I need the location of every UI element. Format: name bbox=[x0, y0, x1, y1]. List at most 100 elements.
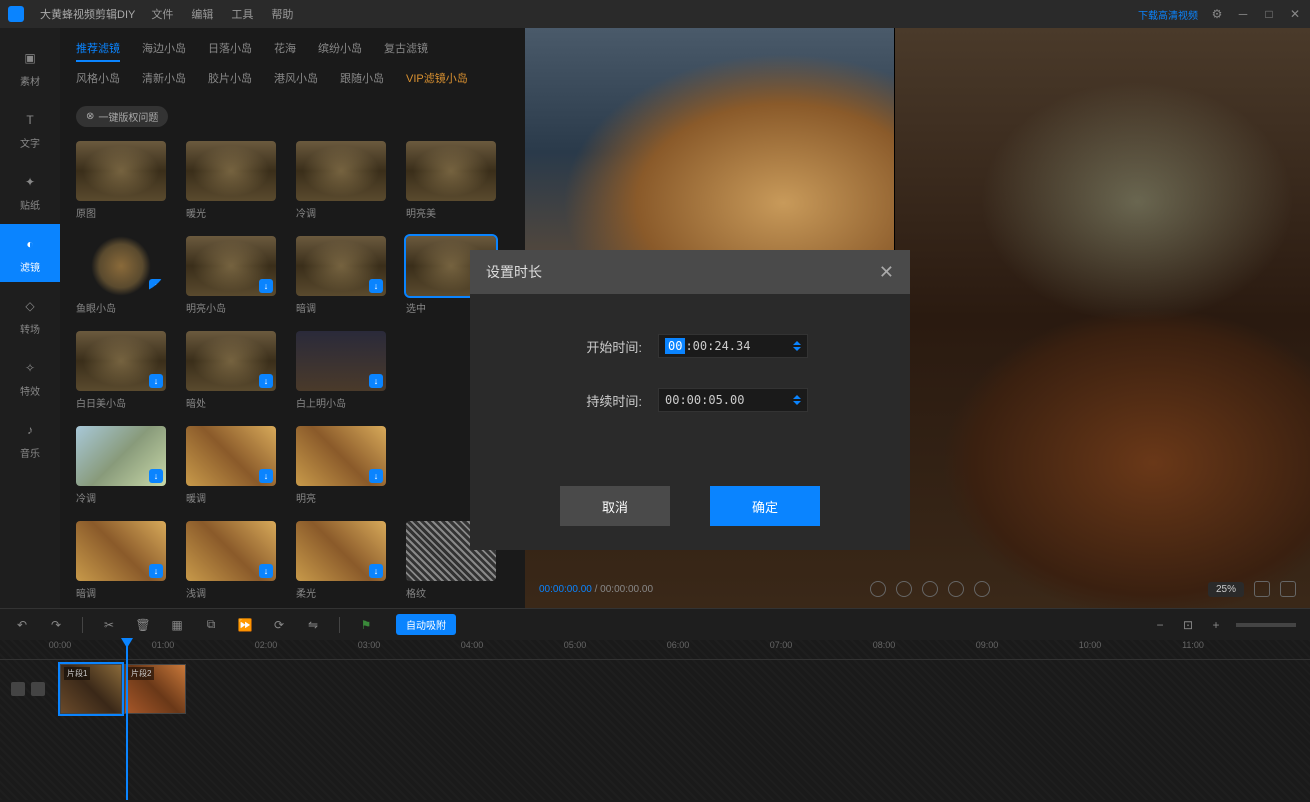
effect-label: 格纹 bbox=[406, 585, 496, 600]
marker-icon[interactable]: ⚑ bbox=[358, 617, 374, 633]
video-track[interactable]: 片段1 片段2 bbox=[60, 664, 186, 714]
effect-item[interactable]: ↓柔光 bbox=[296, 521, 386, 600]
effect-item[interactable]: 暖光 bbox=[186, 141, 276, 220]
sidebar-item-text[interactable]: T 文字 bbox=[0, 100, 60, 158]
start-time-label: 开始时间: bbox=[572, 337, 642, 356]
fullscreen-icon[interactable] bbox=[1280, 581, 1296, 597]
effect-tab[interactable]: 日落小岛 bbox=[208, 40, 252, 62]
export-hint[interactable]: 下载高清视频 bbox=[1138, 7, 1198, 22]
split-icon[interactable]: ✂ bbox=[101, 617, 117, 633]
play-icon[interactable] bbox=[896, 581, 912, 597]
sidebar-item-music[interactable]: ♪ 音乐 bbox=[0, 410, 60, 468]
rotate-icon[interactable]: ⟳ bbox=[271, 617, 287, 633]
speed-icon[interactable]: ⏩ bbox=[237, 617, 253, 633]
sidebar-item-media[interactable]: ▣ 素材 bbox=[0, 38, 60, 96]
time-display: 00:00:00.00 / 00:00:00.00 bbox=[539, 584, 653, 595]
zoom-level[interactable]: 25% bbox=[1208, 582, 1244, 597]
eye-icon[interactable] bbox=[31, 682, 45, 696]
zoom-slider[interactable] bbox=[1236, 623, 1296, 627]
effect-thumbnail: ↓ bbox=[76, 236, 166, 296]
dialog-close-icon[interactable]: ✕ bbox=[879, 262, 894, 283]
effect-tab[interactable]: 胶片小岛 bbox=[208, 70, 252, 90]
menu-help[interactable]: 帮助 bbox=[271, 6, 293, 22]
effect-tab[interactable]: 风格小岛 bbox=[76, 70, 120, 90]
menu-tools[interactable]: 工具 bbox=[231, 6, 253, 22]
effect-item[interactable]: ↓冷调 bbox=[76, 426, 166, 505]
zoom-out-icon[interactable]: − bbox=[1152, 617, 1168, 633]
zoom-fit-icon[interactable]: ⊡ bbox=[1180, 617, 1196, 633]
timeline-clip-1[interactable]: 片段1 bbox=[60, 664, 122, 714]
effect-tab[interactable]: 花海 bbox=[274, 40, 296, 62]
cancel-button[interactable]: 取消 bbox=[560, 486, 670, 526]
effect-item[interactable]: ↓鱼眼小岛 bbox=[76, 236, 166, 315]
minimize-icon[interactable]: ─ bbox=[1236, 7, 1250, 21]
spinner-up-icon[interactable] bbox=[793, 341, 801, 345]
one-click-pill[interactable]: ⊗ 一键版权问题 bbox=[76, 106, 168, 127]
zoom-in-icon[interactable]: + bbox=[1208, 617, 1224, 633]
lock-icon[interactable] bbox=[11, 682, 25, 696]
timeline-clip-2[interactable]: 片段2 bbox=[124, 664, 186, 714]
close-icon[interactable]: ✕ bbox=[1288, 7, 1302, 21]
sidebar-item-sticker[interactable]: ✦ 贴纸 bbox=[0, 162, 60, 220]
prev-frame-icon[interactable] bbox=[870, 581, 886, 597]
redo-icon[interactable]: ↷ bbox=[48, 617, 64, 633]
effect-tab[interactable]: 跟随小岛 bbox=[340, 70, 384, 90]
menu-edit[interactable]: 编辑 bbox=[191, 6, 213, 22]
sidebar-item-filter[interactable]: ◐ 滤镜 bbox=[0, 224, 60, 282]
delete-icon[interactable]: 🗑 bbox=[135, 617, 151, 633]
download-badge-icon: ↓ bbox=[259, 469, 273, 483]
maximize-icon[interactable]: □ bbox=[1262, 7, 1276, 21]
effect-item[interactable]: 明亮美 bbox=[406, 141, 496, 220]
effect-item[interactable]: ↓浅调 bbox=[186, 521, 276, 600]
mirror-icon[interactable]: ⇋ bbox=[305, 617, 321, 633]
copy-icon[interactable]: ⧉ bbox=[203, 617, 219, 633]
effect-thumbnail: ↓ bbox=[296, 426, 386, 486]
settings-icon[interactable]: ⚙ bbox=[1210, 7, 1224, 21]
menu-file[interactable]: 文件 bbox=[151, 6, 173, 22]
timeline[interactable]: 00:0001:0002:0003:0004:0005:0006:0007:00… bbox=[0, 640, 1310, 800]
sidebar-item-effects[interactable]: ✧ 特效 bbox=[0, 348, 60, 406]
effect-tab[interactable]: 缤纷小岛 bbox=[318, 40, 362, 62]
duration-dialog: 设置时长 ✕ 开始时间: 00:00:24.34 持续时间: 00:00:05.… bbox=[470, 250, 910, 550]
effect-label: 明亮小岛 bbox=[186, 300, 276, 315]
download-badge-icon: ↓ bbox=[369, 469, 383, 483]
spinner-up-icon[interactable] bbox=[793, 395, 801, 399]
download-badge-icon: ↓ bbox=[149, 564, 163, 578]
effect-item[interactable]: ↓暗调 bbox=[296, 236, 386, 315]
effect-tab[interactable]: VIP滤镜小岛 bbox=[406, 70, 468, 90]
effect-item[interactable]: ↓暗调 bbox=[76, 521, 166, 600]
effect-item[interactable]: ↓白上明小岛 bbox=[296, 331, 386, 410]
timeline-toolbar: ↶ ↷ ✂ 🗑 ▦ ⧉ ⏩ ⟳ ⇋ ⚑ 自动吸附 − ⊡ + bbox=[0, 608, 1310, 640]
effect-item[interactable]: ↓明亮 bbox=[296, 426, 386, 505]
app-title: 大黄蜂视频剪辑DIY bbox=[40, 6, 135, 22]
effect-item[interactable]: ↓暗处 bbox=[186, 331, 276, 410]
crop-icon[interactable]: ▦ bbox=[169, 617, 185, 633]
snapshot-icon[interactable] bbox=[1254, 581, 1270, 597]
ok-button[interactable]: 确定 bbox=[710, 486, 820, 526]
playhead[interactable] bbox=[126, 640, 128, 800]
duration-input[interactable]: 00:00:05.00 bbox=[658, 388, 808, 412]
effect-tab[interactable]: 清新小岛 bbox=[142, 70, 186, 90]
effect-tab[interactable]: 推荐滤镜 bbox=[76, 40, 120, 62]
start-time-input[interactable]: 00:00:24.34 bbox=[658, 334, 808, 358]
spinner-down-icon[interactable] bbox=[793, 347, 801, 351]
loop-icon[interactable] bbox=[974, 581, 990, 597]
auto-snap-button[interactable]: 自动吸附 bbox=[396, 614, 456, 635]
undo-icon[interactable]: ↶ bbox=[14, 617, 30, 633]
spinner-down-icon[interactable] bbox=[793, 401, 801, 405]
ruler-mark: 08:00 bbox=[873, 640, 896, 650]
sidebar-item-transition[interactable]: ◇ 转场 bbox=[0, 286, 60, 344]
effect-item[interactable]: ↓明亮小岛 bbox=[186, 236, 276, 315]
stop-icon[interactable] bbox=[948, 581, 964, 597]
effect-item[interactable]: ↓暖调 bbox=[186, 426, 276, 505]
next-frame-icon[interactable] bbox=[922, 581, 938, 597]
folder-icon: ▣ bbox=[19, 47, 41, 69]
effect-tab[interactable]: 港风小岛 bbox=[274, 70, 318, 90]
effect-item[interactable]: 冷调 bbox=[296, 141, 386, 220]
timeline-ruler[interactable]: 00:0001:0002:0003:0004:0005:0006:0007:00… bbox=[0, 640, 1310, 660]
effect-tab[interactable]: 复古滤镜 bbox=[384, 40, 428, 62]
effect-item[interactable]: ↓白日美小岛 bbox=[76, 331, 166, 410]
effect-tab[interactable]: 海边小岛 bbox=[142, 40, 186, 62]
effect-item[interactable]: 原图 bbox=[76, 141, 166, 220]
close-small-icon: ⊗ bbox=[86, 111, 94, 122]
